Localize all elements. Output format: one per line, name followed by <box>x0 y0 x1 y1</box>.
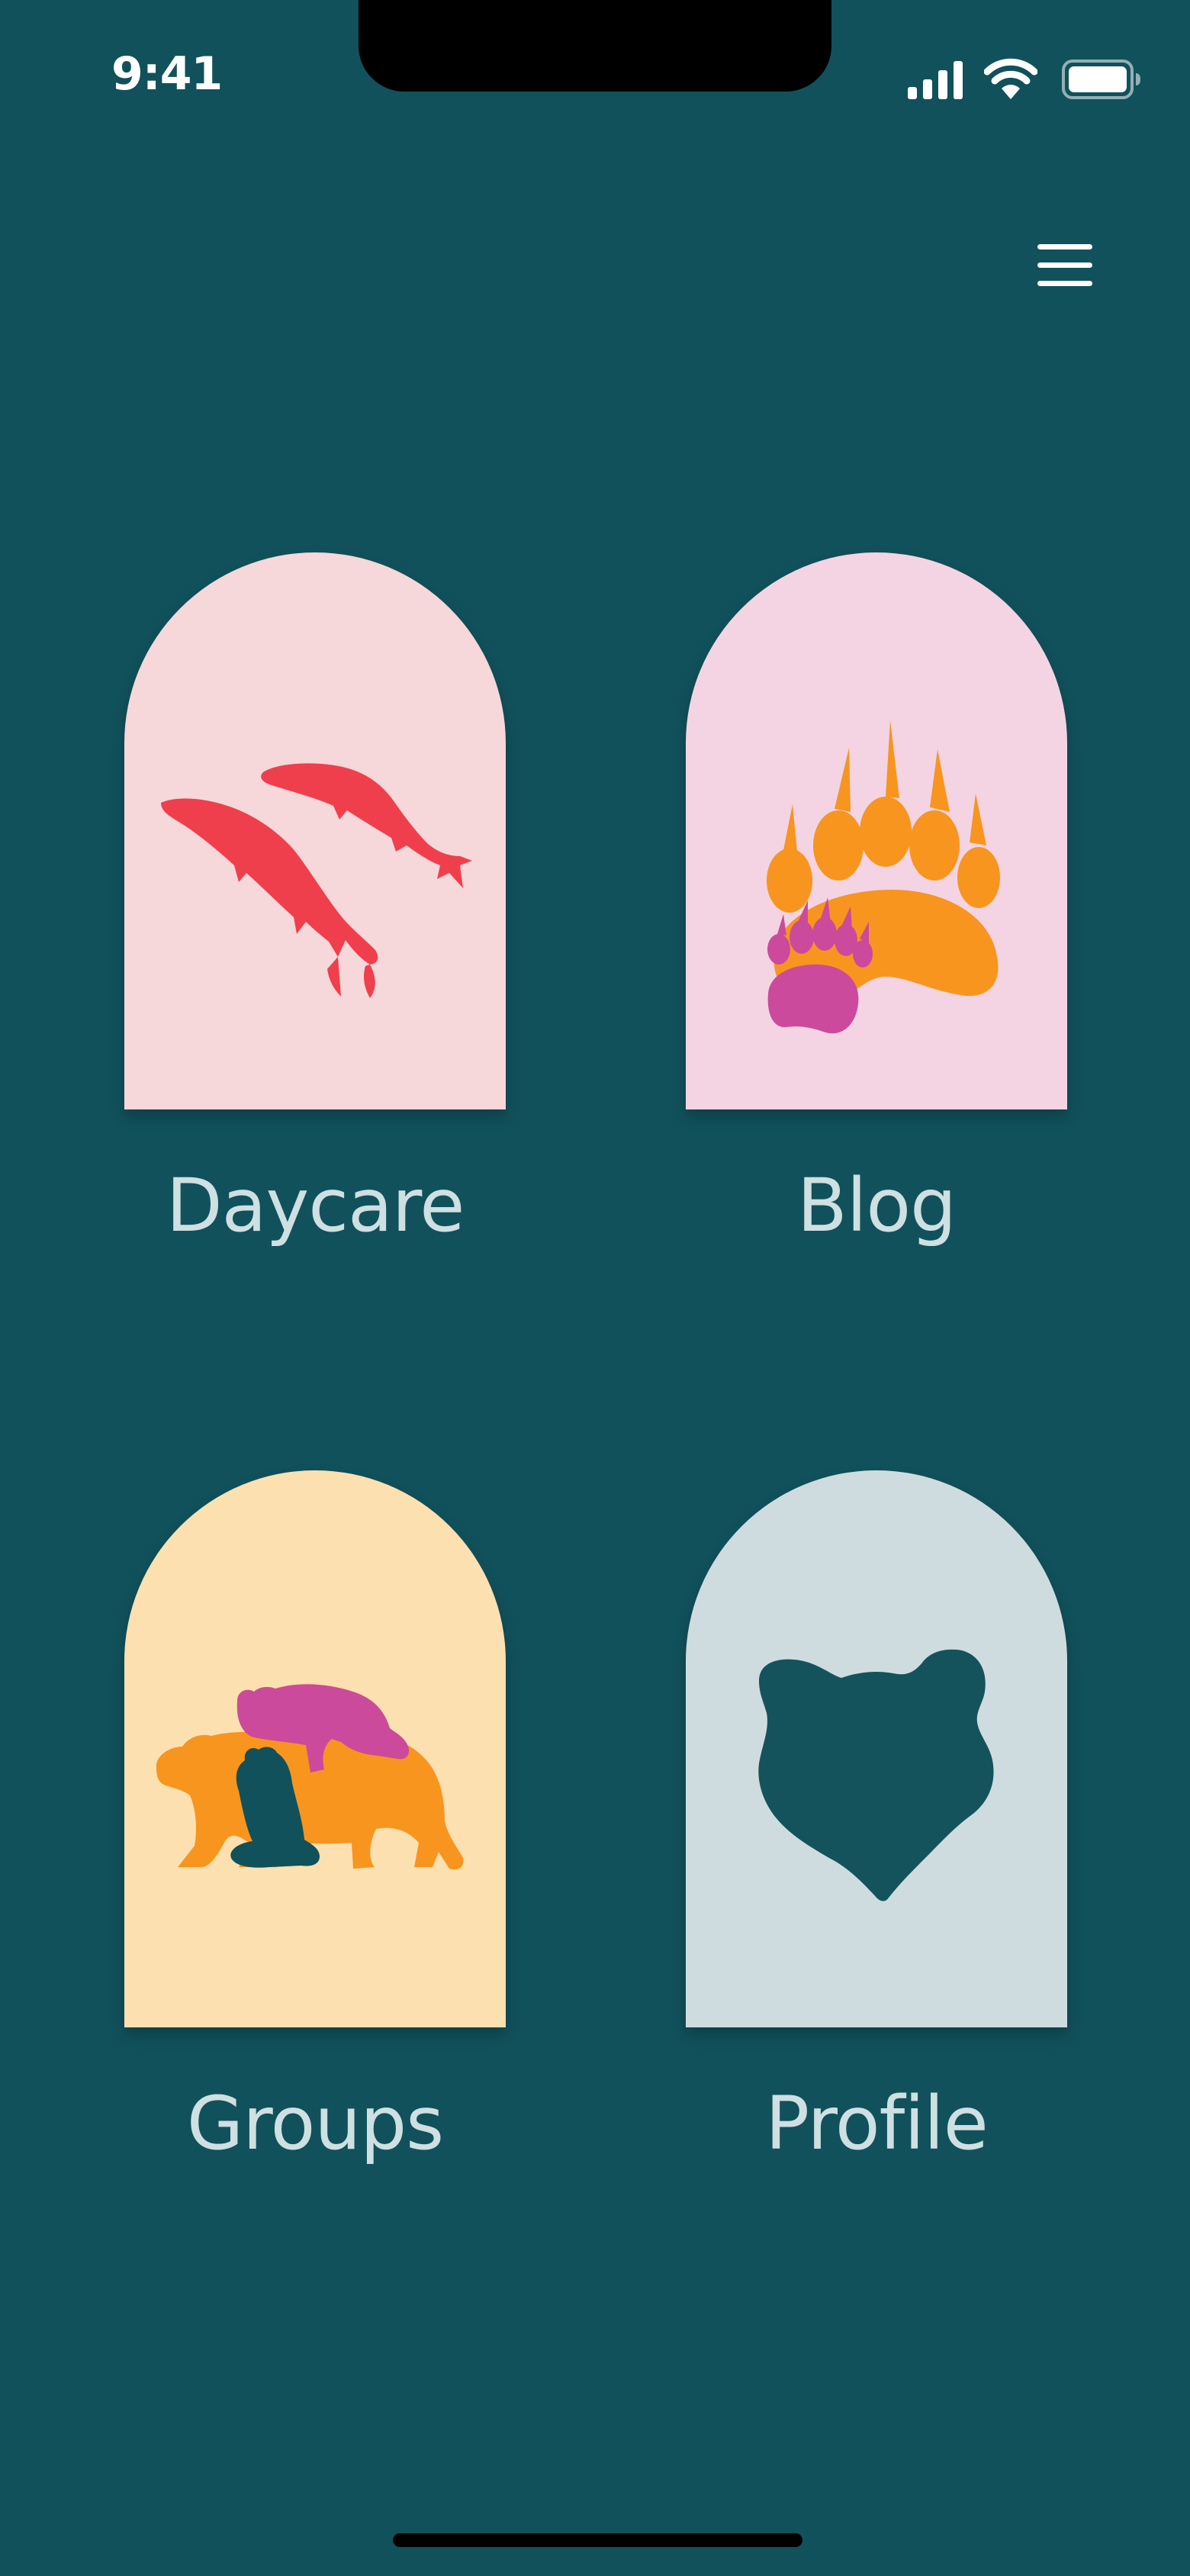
daycare-card[interactable] <box>124 552 506 1109</box>
signal-icon <box>908 61 963 99</box>
tile-groups[interactable]: Groups <box>124 1470 506 2166</box>
status-bar: 9:41 <box>0 0 1190 153</box>
status-time: 9:41 <box>111 47 223 101</box>
wifi-icon <box>984 58 1037 99</box>
bear-paws-icon <box>767 720 1000 1034</box>
device-notch <box>359 0 831 92</box>
bear-head-icon <box>758 1649 994 1901</box>
daycare-label: Daycare <box>166 1163 465 1248</box>
blog-label: Blog <box>796 1163 957 1248</box>
home-indicator[interactable] <box>393 2533 802 2547</box>
blog-card[interactable] <box>686 552 1067 1109</box>
tile-profile[interactable]: Profile <box>686 1470 1067 2166</box>
groups-card[interactable] <box>124 1470 506 2027</box>
profile-card[interactable] <box>686 1470 1067 2027</box>
profile-label: Profile <box>765 2081 989 2166</box>
tile-daycare[interactable]: Daycare <box>124 552 506 1248</box>
battery-icon <box>1062 60 1140 99</box>
salmon-icon <box>161 763 472 998</box>
menu-button[interactable] <box>1022 229 1106 305</box>
groups-label: Groups <box>186 2081 444 2166</box>
bear-family-icon <box>156 1684 464 1870</box>
tile-blog[interactable]: Blog <box>686 552 1067 1248</box>
